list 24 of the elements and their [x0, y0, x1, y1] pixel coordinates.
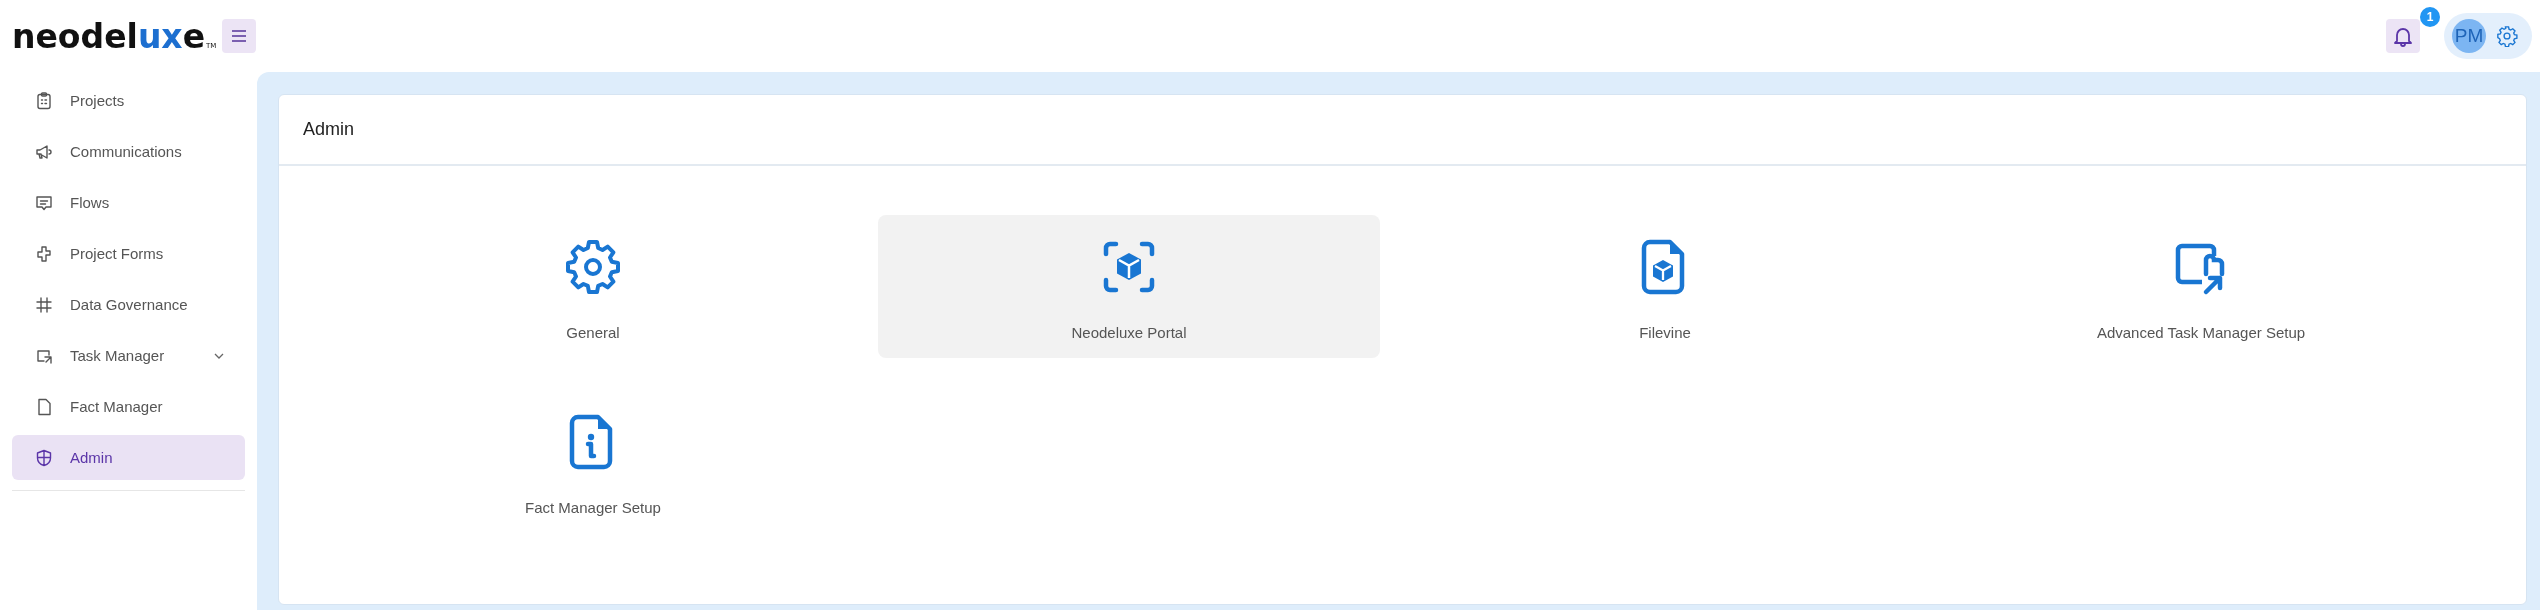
- sidebar-item[interactable]: Fact Manager: [12, 384, 245, 429]
- admin-tile[interactable]: Fact Manager Setup: [342, 390, 844, 533]
- clipboard-icon: [34, 90, 54, 111]
- menu-button[interactable]: [222, 19, 257, 53]
- menu-icon: [230, 29, 249, 43]
- admin-tile[interactable]: Filevine: [1414, 215, 1916, 358]
- admin-tile[interactable]: Neodeluxe Portal: [878, 215, 1380, 358]
- settings-icon[interactable]: [2496, 25, 2518, 47]
- sidebar-item[interactable]: Task Manager: [12, 333, 245, 378]
- sidebar-item[interactable]: Data Governance: [12, 282, 245, 327]
- sidebar-item[interactable]: Flows: [12, 180, 245, 225]
- admin-tile[interactable]: General: [342, 215, 844, 358]
- sidebar-item[interactable]: Projects: [12, 78, 245, 123]
- notifications-button[interactable]: [2386, 19, 2420, 53]
- notification-badge: 1: [2420, 7, 2440, 27]
- gear-icon: [564, 238, 622, 296]
- sidebar-item[interactable]: Admin: [12, 435, 245, 480]
- bell-icon: [2393, 25, 2413, 47]
- admin-tile[interactable]: Advanced Task Manager Setup: [1950, 215, 2452, 358]
- grid-icon: [34, 294, 54, 315]
- shield-icon: [34, 447, 54, 468]
- card-title: Admin: [303, 119, 355, 140]
- sidebar-item[interactable]: Communications: [12, 129, 245, 174]
- sidebar-item[interactable]: Project Forms: [12, 231, 245, 276]
